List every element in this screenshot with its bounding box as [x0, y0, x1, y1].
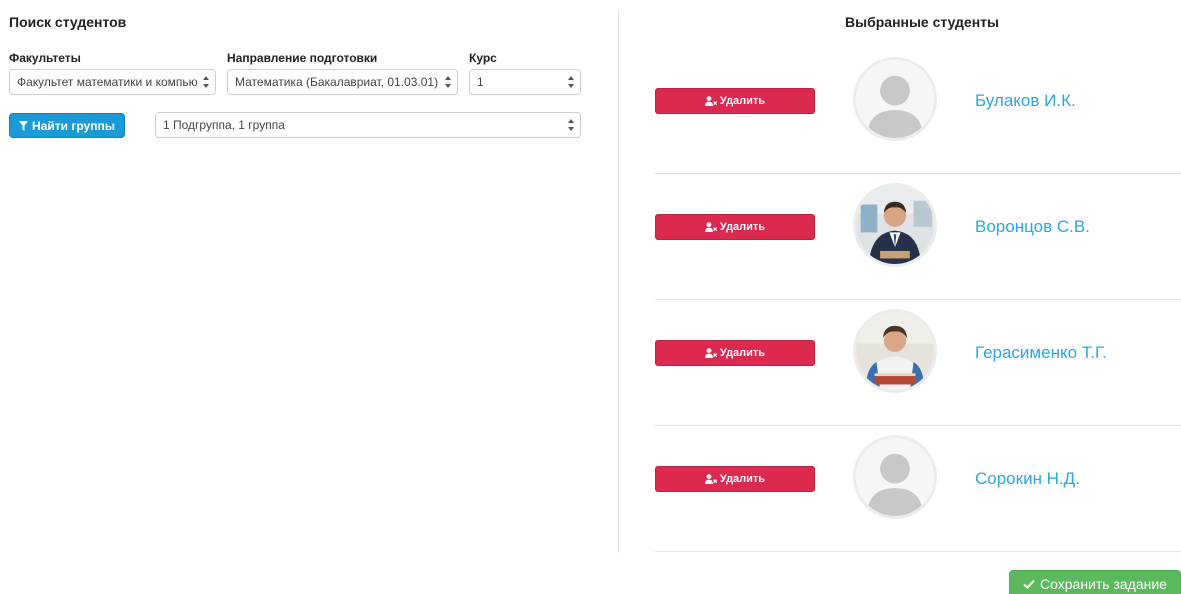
remove-student-label: Удалить — [719, 473, 766, 485]
selected-students-title: Выбранные студенты — [845, 14, 999, 30]
select-arrows-icon — [203, 76, 209, 88]
filter-icon — [19, 120, 29, 131]
direction-select[interactable]: Математика (Бакалавриат, 01.03.01) — [227, 69, 458, 95]
faculties-select-value: Факультет математики и компьютерных наук — [17, 75, 197, 89]
student-row: Удалить Булаков И.К. — [655, 48, 1181, 174]
remove-student-label: Удалить — [719, 95, 766, 107]
student-photo-icon — [856, 312, 934, 390]
student-name-link[interactable]: Герасименко Т.Г. — [975, 343, 1107, 363]
student-name-link[interactable]: Булаков И.К. — [975, 91, 1076, 111]
remove-student-button[interactable]: Удалить — [655, 88, 815, 114]
faculties-select[interactable]: Факультет математики и компьютерных наук — [9, 69, 216, 95]
course-select-value: 1 — [477, 75, 484, 89]
student-name-link[interactable]: Сорокин Н.Д. — [975, 469, 1080, 489]
course-select[interactable]: 1 — [469, 69, 581, 95]
user-remove-icon — [704, 474, 717, 484]
default-avatar — [853, 435, 937, 519]
select-arrows-icon — [568, 119, 574, 131]
remove-student-button[interactable]: Удалить — [655, 340, 815, 366]
panel-divider — [618, 10, 619, 553]
faculties-label: Факультеты — [9, 51, 81, 65]
direction-select-value: Математика (Бакалавриат, 01.03.01) — [235, 75, 439, 89]
user-remove-icon — [704, 348, 717, 358]
student-row: Удалить Воронцов С.В. — [655, 174, 1181, 300]
photo-avatar — [853, 183, 937, 267]
checkmark-icon — [1023, 579, 1035, 589]
course-label: Курс — [469, 51, 497, 65]
default-avatar-icon — [856, 60, 934, 138]
direction-label: Направление подготовки — [227, 51, 378, 65]
student-row: Удалить Герасименко Т.Г. — [655, 300, 1181, 426]
save-task-label: Сохранить задание — [1040, 576, 1167, 592]
save-task-button[interactable]: Сохранить задание — [1009, 570, 1181, 594]
find-groups-label: Найти группы — [32, 118, 115, 133]
remove-student-label: Удалить — [719, 347, 766, 359]
find-groups-button[interactable]: Найти группы — [9, 113, 125, 138]
student-name-link[interactable]: Воронцов С.В. — [975, 217, 1090, 237]
default-avatar-icon — [856, 438, 934, 516]
remove-student-label: Удалить — [719, 221, 766, 233]
photo-avatar — [853, 309, 937, 393]
user-remove-icon — [704, 222, 717, 232]
student-photo-icon — [856, 186, 934, 264]
select-arrows-icon — [445, 76, 451, 88]
user-remove-icon — [704, 96, 717, 106]
student-row: Удалить Сорокин Н.Д. — [655, 426, 1181, 552]
select-arrows-icon — [568, 76, 574, 88]
row-divider — [655, 551, 1181, 552]
search-title: Поиск студентов — [9, 14, 127, 30]
page: Поиск студентов Факультеты Направление п… — [0, 0, 1181, 594]
group-select-value: 1 Подгруппа, 1 группа — [163, 118, 285, 132]
default-avatar — [853, 57, 937, 141]
group-select[interactable]: 1 Подгруппа, 1 группа — [155, 112, 581, 138]
remove-student-button[interactable]: Удалить — [655, 466, 815, 492]
remove-student-button[interactable]: Удалить — [655, 214, 815, 240]
